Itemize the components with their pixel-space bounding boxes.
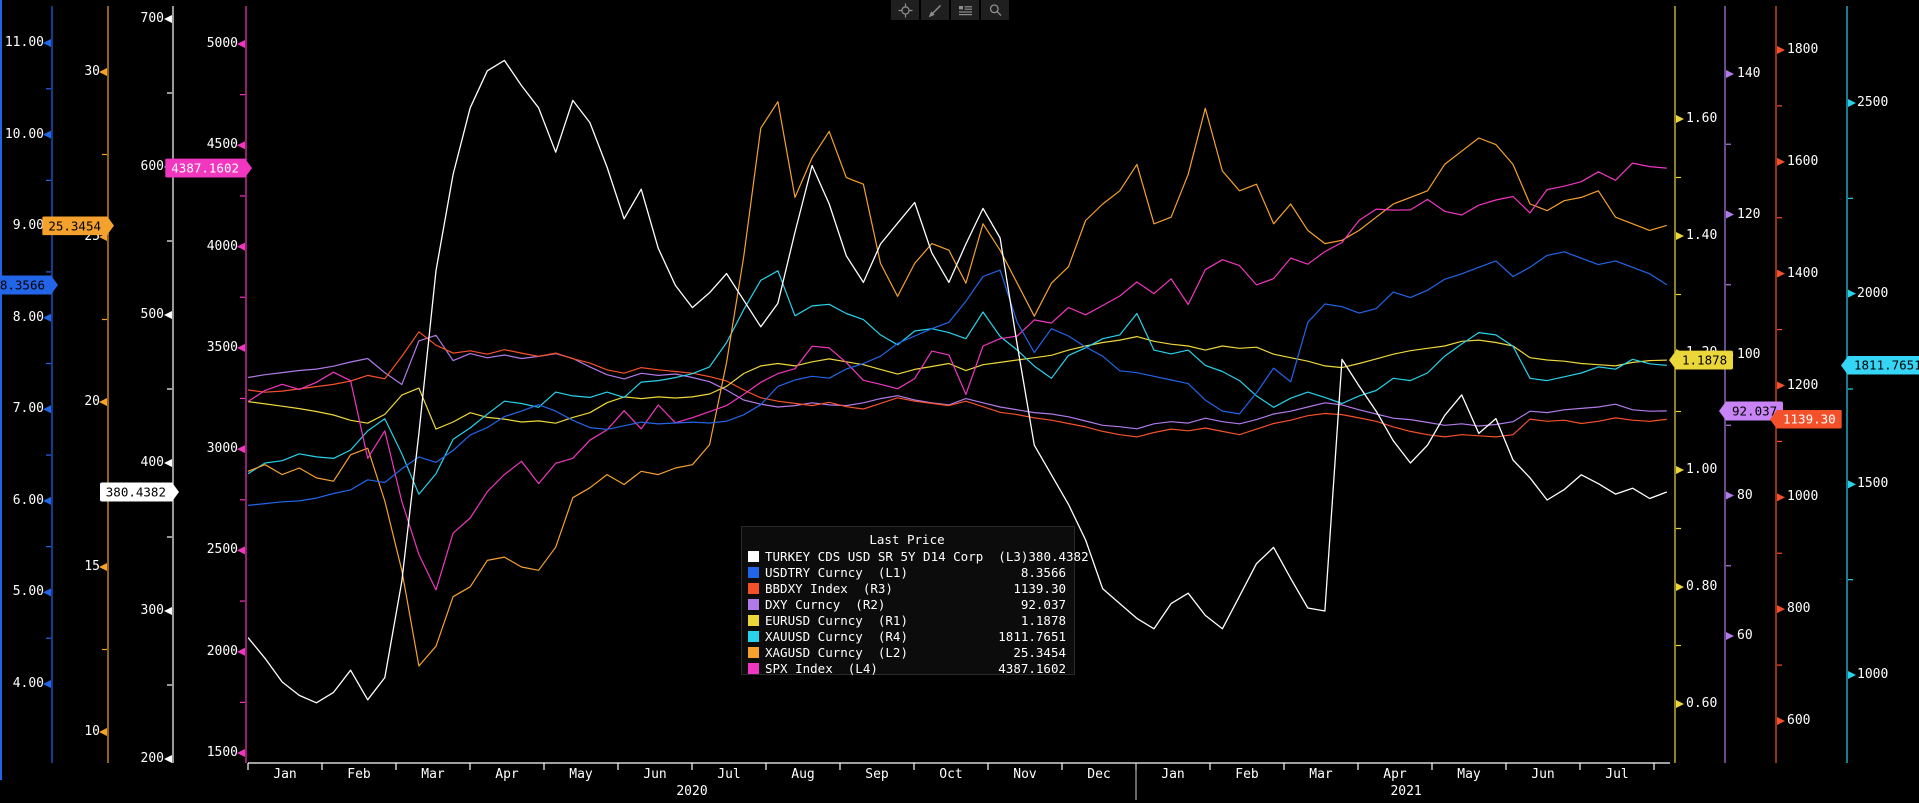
price-badge-xauusd: 1811.7651 <box>1841 355 1919 375</box>
legend-swatch-icon <box>748 614 759 626</box>
legend-swatch-icon <box>748 646 759 658</box>
legend-row[interactable]: SPX Index (L4) 4387.1602 <box>748 660 1066 676</box>
legend-rows: TURKEY CDS USD SR 5Y D14 Corp (L3) 380.43… <box>748 548 1089 676</box>
legend-swatch-icon <box>748 550 759 562</box>
price-badge-spx: 4387.1602 <box>165 159 252 178</box>
legend-value: 1139.30 <box>1013 580 1066 596</box>
legend-box: Last Price TURKEY CDS USD SR 5Y D14 Corp… <box>741 526 1089 676</box>
legend-row[interactable]: EURUSD Curncy (R1) 1.1878 <box>748 612 1066 628</box>
legend-row[interactable]: TURKEY CDS USD SR 5Y D14 Corp (L3) 380.43… <box>748 548 1089 564</box>
price-badge-xagusd: 25.3454 <box>42 216 114 235</box>
legend-label: DXY Curncy (R2) <box>765 596 886 612</box>
news-button[interactable] <box>951 0 979 20</box>
chart-toolbar <box>891 0 1009 20</box>
legend-row[interactable]: XAUUSD Curncy (R4) 1811.7651 <box>748 628 1066 644</box>
legend-row[interactable]: XAGUSD Curncy (L2) 25.3454 <box>748 644 1066 660</box>
legend-value: 92.037 <box>1020 596 1066 612</box>
crosshair-button[interactable] <box>891 0 919 20</box>
annotate-icon <box>928 3 943 17</box>
legend-label: XAUUSD Curncy (R4) <box>765 628 908 644</box>
legend-title: Last Price <box>869 532 945 547</box>
news-icon <box>958 4 973 17</box>
legend-label: XAGUSD Curncy (L2) <box>765 644 908 660</box>
zoom-button[interactable] <box>981 0 1009 20</box>
legend-swatch-icon <box>748 566 759 578</box>
price-badge-eurusd: 1.1878 <box>1669 350 1734 370</box>
price-badge-bbdxy: 1139.30 <box>1770 409 1842 429</box>
price-badge-turkey-cds: 380.4382 <box>100 482 179 501</box>
legend-value: 25.3454 <box>1013 644 1066 660</box>
legend-label: SPX Index (L4) <box>765 660 878 676</box>
bloomberg-chart-window: 11.00 10.00 9.00 8.00 7.00 6.00 5.00 4.00 30 25 20… <box>0 0 1919 803</box>
legend-row[interactable]: USDTRY Curncy (L1) 8.3566 <box>748 564 1066 580</box>
legend-swatch-icon <box>748 582 759 594</box>
legend-row[interactable]: BBDXY Index (R3) 1139.30 <box>748 580 1066 596</box>
legend-value: 380.4382 <box>1028 548 1089 564</box>
legend-value: 1811.7651 <box>998 628 1066 644</box>
legend-label: USDTRY Curncy (L1) <box>765 564 908 580</box>
legend-swatch-icon <box>748 630 759 642</box>
legend-value: 1.1878 <box>1020 612 1066 628</box>
legend-label: EURUSD Curncy (R1) <box>765 612 908 628</box>
crosshair-icon <box>897 3 914 18</box>
legend-label: BBDXY Index (R3) <box>765 580 893 596</box>
legend-swatch-icon <box>748 598 759 610</box>
legend-row[interactable]: DXY Curncy (R2) 92.037 <box>748 596 1066 612</box>
legend-value: 8.3566 <box>1020 564 1066 580</box>
legend-label: TURKEY CDS USD SR 5Y D14 Corp (L3) <box>765 548 1029 564</box>
legend-value: 4387.1602 <box>998 660 1066 676</box>
price-badge-usdtry: 8.3566 <box>0 276 58 295</box>
legend-swatch-icon <box>748 662 759 674</box>
zoom-icon <box>988 3 1003 18</box>
annotate-button[interactable] <box>921 0 949 20</box>
